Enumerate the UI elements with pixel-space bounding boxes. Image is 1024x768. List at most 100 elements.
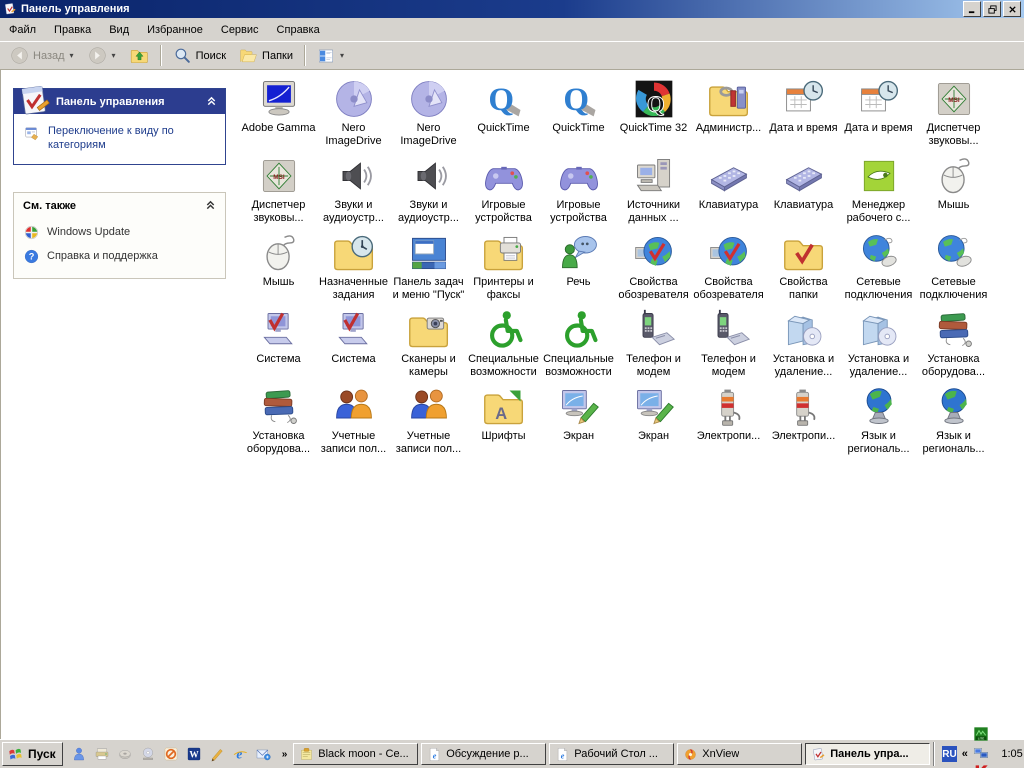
control-panel-item[interactable]: Свойства папки [766, 226, 841, 303]
window-control-button[interactable] [963, 1, 981, 17]
back-dropdown-arrow[interactable]: ▾ [69, 51, 75, 60]
control-panel-item[interactable]: Диспетчер звуковы... [916, 72, 991, 149]
control-panel-item[interactable]: Мышь [241, 226, 316, 303]
control-panel-item[interactable]: Система [316, 303, 391, 380]
sidebar-link[interactable]: Справка и поддержка [23, 244, 216, 268]
control-panel-item[interactable]: Дата и время [766, 72, 841, 149]
control-panel-item[interactable]: Панель задач и меню "Пуск" [391, 226, 466, 303]
taskbar-clock[interactable]: 1:05 [998, 748, 1022, 760]
control-panel-item[interactable]: Речь [541, 226, 616, 303]
control-panel-item[interactable]: Клавиатура [691, 149, 766, 226]
menu-item[interactable]: Правка [45, 18, 100, 41]
control-panel-item[interactable]: Электропи... [691, 380, 766, 457]
control-panel-item[interactable]: Источники данных ... [616, 149, 691, 226]
search-button[interactable]: Поиск [167, 43, 232, 68]
title-bar[interactable]: Панель управления [0, 0, 1024, 18]
control-panel-item[interactable]: Диспетчер звуковы... [241, 149, 316, 226]
control-panel-item[interactable]: Установка оборудова... [916, 303, 991, 380]
control-panel-item[interactable]: Мышь [916, 149, 991, 226]
control-panel-item[interactable]: Свойства обозревателя [616, 226, 691, 303]
control-panel-item[interactable]: Свойства обозревателя [691, 226, 766, 303]
quick-launch-icon[interactable] [209, 746, 225, 762]
quick-launch-bar [66, 743, 276, 765]
control-panel-item[interactable]: Администр... [691, 72, 766, 149]
menu-item[interactable]: Вид [100, 18, 138, 41]
control-panel-item[interactable]: Клавиатура [766, 149, 841, 226]
control-panel-item[interactable]: Учетные записи пол... [391, 380, 466, 457]
control-panel-item[interactable]: Система [241, 303, 316, 380]
task-button[interactable]: Панель упра... [805, 743, 931, 765]
control-panel-item[interactable]: Язык и региональ... [916, 380, 991, 457]
quick-launch-overflow-chevron[interactable]: » [279, 749, 291, 760]
window-control-button[interactable] [983, 1, 1001, 17]
tray-icon[interactable] [973, 745, 989, 761]
quick-launch-icon[interactable] [163, 746, 179, 762]
control-panel-item[interactable]: QuickTime 32 [616, 72, 691, 149]
control-panel-item[interactable]: Экран [616, 380, 691, 457]
views-dropdown-arrow[interactable]: ▾ [339, 51, 345, 60]
control-panel-item[interactable]: Специальные возможности [466, 303, 541, 380]
control-panel-item[interactable]: Звуки и аудиоустр... [391, 149, 466, 226]
quick-launch-icon[interactable] [255, 746, 271, 762]
collapse-chevron-icon[interactable] [206, 95, 217, 109]
sidebar-link-category-view[interactable]: Переключение к виду по категориям [24, 124, 217, 152]
quick-launch-icon[interactable] [186, 746, 202, 762]
tray-collapse-chevron[interactable]: « [962, 748, 968, 760]
menu-item[interactable]: Сервис [212, 18, 268, 41]
control-panel-item[interactable]: Игровые устройства [466, 149, 541, 226]
window-control-button[interactable] [1003, 1, 1021, 17]
forward-dropdown-arrow[interactable]: ▾ [111, 51, 117, 60]
quick-launch-icon[interactable] [117, 746, 133, 762]
menu-item[interactable]: Файл [0, 18, 45, 41]
quick-launch-icon[interactable] [140, 746, 156, 762]
control-panel-item[interactable]: Шрифты [466, 380, 541, 457]
up-button[interactable] [124, 43, 155, 68]
control-panel-item[interactable]: Телефон и модем [691, 303, 766, 380]
control-panel-item[interactable]: Сетевые подключения [841, 226, 916, 303]
control-panel-item[interactable]: Учетные записи пол... [316, 380, 391, 457]
control-panel-item[interactable]: Экран [541, 380, 616, 457]
tray-icon[interactable] [973, 726, 989, 742]
control-panel-item[interactable]: Электропи... [766, 380, 841, 457]
quick-launch-icon[interactable] [94, 746, 110, 762]
control-panel-item[interactable]: Nero ImageDrive [316, 72, 391, 149]
task-button[interactable]: Рабочий Стол ... [549, 743, 675, 765]
collapse-chevron-icon[interactable] [205, 199, 216, 213]
control-panel-item[interactable]: Nero ImageDrive [391, 72, 466, 149]
control-panel-item[interactable]: Сетевые подключения [916, 226, 991, 303]
menu-item[interactable]: Справка [268, 18, 329, 41]
control-panel-item[interactable]: Дата и время [841, 72, 916, 149]
quick-launch-icon[interactable] [71, 746, 87, 762]
language-indicator[interactable]: RU [942, 746, 957, 762]
control-panel-item[interactable]: Adobe Gamma [241, 72, 316, 149]
menu-item[interactable]: Избранное [138, 18, 212, 41]
control-panel-item[interactable]: Принтеры и факсы [466, 226, 541, 303]
folders-button[interactable]: Папки [233, 43, 299, 68]
control-panel-item[interactable]: Игровые устройства [541, 149, 616, 226]
control-panel-item[interactable]: Сканеры и камеры [391, 303, 466, 380]
control-panel-item[interactable]: Телефон и модем [616, 303, 691, 380]
control-panel-item[interactable]: Специальные возможности [541, 303, 616, 380]
control-panel-item[interactable]: Звуки и аудиоустр... [316, 149, 391, 226]
control-panel-item[interactable]: Установка и удаление... [841, 303, 916, 380]
quick-launch-icon[interactable] [232, 746, 248, 762]
control-panel-item[interactable]: Назначенные задания [316, 226, 391, 303]
control-panel-item[interactable]: Установка и удаление... [766, 303, 841, 380]
forward-button[interactable]: ▾ [82, 43, 123, 68]
panel-header[interactable]: См. также [14, 193, 225, 218]
back-button[interactable]: Назад ▾ [4, 43, 81, 68]
control-panel-item[interactable]: Менеджер рабочего с... [841, 149, 916, 226]
sidebar-link[interactable]: Windows Update [23, 220, 216, 244]
qt32-icon [632, 77, 676, 121]
task-button[interactable]: Black moon - Ce... [293, 743, 419, 765]
task-button[interactable]: XnView [677, 743, 803, 765]
item-label: Дата и время [844, 122, 913, 134]
views-button[interactable]: ▾ [311, 44, 351, 68]
task-button[interactable]: Обсуждение р... [421, 743, 547, 765]
control-panel-item[interactable]: Установка оборудова... [241, 380, 316, 457]
control-panel-item[interactable]: Язык и региональ... [841, 380, 916, 457]
control-panel-item[interactable]: QuickTime [466, 72, 541, 149]
control-panel-item[interactable]: QuickTime [541, 72, 616, 149]
tray-icon[interactable] [973, 764, 989, 768]
start-button[interactable]: Пуск [2, 742, 63, 766]
